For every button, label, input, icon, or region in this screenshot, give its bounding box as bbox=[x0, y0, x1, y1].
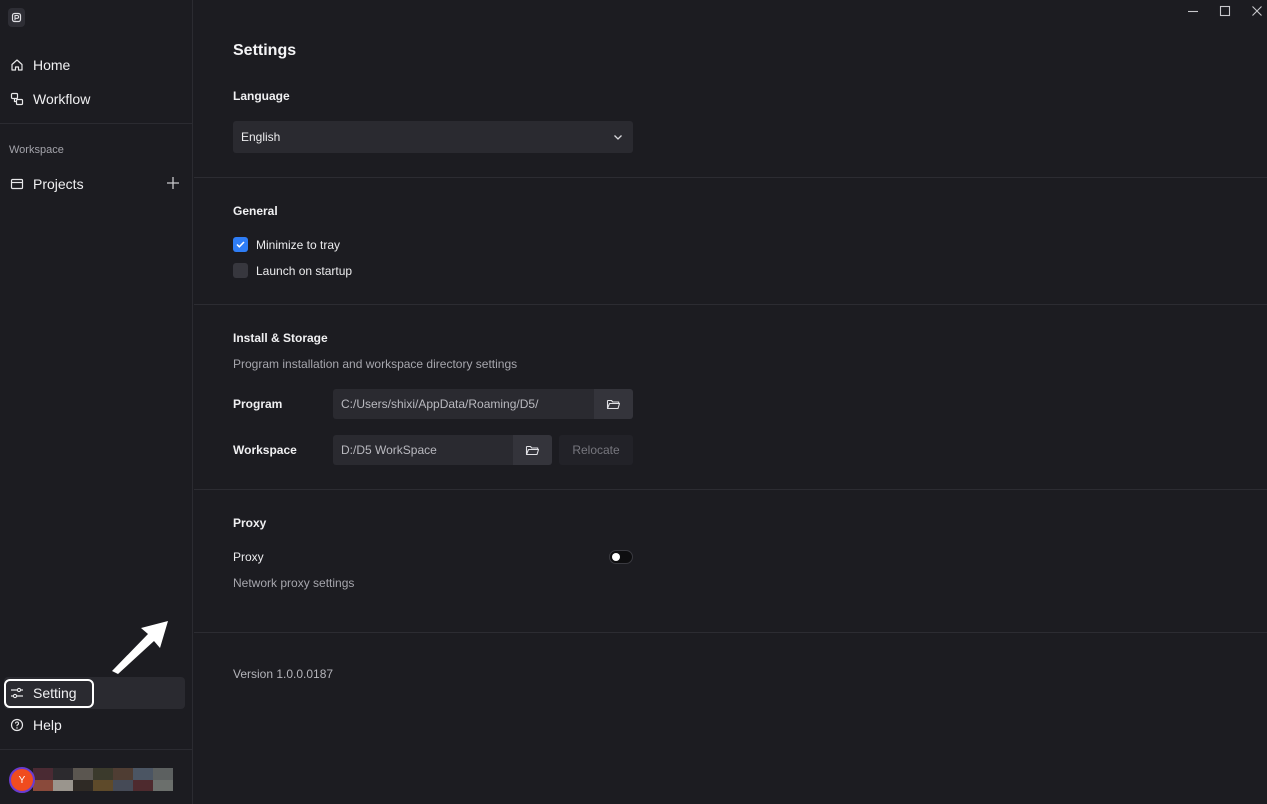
section-divider bbox=[194, 489, 1267, 490]
help-icon bbox=[10, 718, 24, 732]
proxy-description: Network proxy settings bbox=[233, 576, 355, 590]
launch-on-startup-label: Launch on startup bbox=[256, 263, 353, 278]
folder-open-icon bbox=[525, 445, 540, 455]
sidebar-item-projects[interactable]: Projects bbox=[4, 168, 185, 200]
proxy-toggle[interactable] bbox=[609, 550, 633, 564]
version-text: Version 1.0.0.0187 bbox=[233, 667, 334, 681]
minimize-to-tray-checkbox[interactable] bbox=[233, 237, 248, 252]
checkmark-icon bbox=[236, 241, 245, 248]
proxy-label: Proxy bbox=[233, 550, 264, 564]
sidebar-item-label: Help bbox=[33, 717, 62, 733]
pointer-arrow-annotation bbox=[112, 621, 168, 674]
sidebar-item-workflow[interactable]: Workflow bbox=[4, 83, 185, 115]
section-divider bbox=[194, 632, 1267, 633]
folder-icon bbox=[10, 178, 24, 190]
relocate-button[interactable]: Relocate bbox=[559, 435, 633, 465]
sidebar-item-setting[interactable]: Setting bbox=[4, 677, 185, 709]
sidebar-divider bbox=[0, 749, 193, 750]
settings-panel: Settings Language English General Minimi… bbox=[194, 0, 1267, 804]
sidebar: Home Workflow Workspace Projects Setting… bbox=[0, 0, 193, 804]
workspace-browse-button[interactable] bbox=[513, 435, 552, 465]
app-window: Home Workflow Workspace Projects Setting… bbox=[0, 0, 1267, 804]
avatar[interactable]: Y bbox=[9, 767, 35, 793]
launch-on-startup-checkbox[interactable] bbox=[233, 263, 248, 278]
sliders-icon bbox=[11, 687, 23, 699]
folder-open-icon bbox=[606, 399, 621, 409]
sidebar-item-help[interactable]: Help bbox=[4, 709, 185, 741]
toggle-knob bbox=[612, 553, 620, 561]
home-icon bbox=[11, 59, 23, 71]
language-select[interactable]: English bbox=[233, 121, 633, 153]
program-path-field[interactable]: C:/Users/shixi/AppData/Roaming/D5/ bbox=[333, 389, 594, 419]
workspace-path-value: D:/D5 WorkSpace bbox=[341, 443, 437, 457]
minimize-to-tray-option[interactable]: Minimize to tray bbox=[233, 237, 340, 252]
chevron-down-icon bbox=[614, 135, 622, 140]
section-divider bbox=[194, 304, 1267, 305]
minimize-to-tray-label: Minimize to tray bbox=[256, 237, 341, 252]
app-logo-icon bbox=[8, 8, 25, 27]
program-label: Program bbox=[233, 397, 283, 411]
program-browse-button[interactable] bbox=[594, 389, 633, 419]
sidebar-item-label: Projects bbox=[33, 176, 84, 192]
add-project-icon[interactable] bbox=[166, 176, 180, 190]
sidebar-item-label: Workflow bbox=[33, 91, 91, 107]
workspace-path-field[interactable]: D:/D5 WorkSpace bbox=[333, 435, 513, 465]
sidebar-item-home[interactable]: Home bbox=[4, 49, 185, 81]
workspace-section-label: Workspace bbox=[9, 144, 64, 156]
program-path-value: C:/Users/shixi/AppData/Roaming/D5/ bbox=[341, 397, 539, 411]
user-name-redacted bbox=[33, 768, 173, 791]
language-selected-value: English bbox=[241, 130, 281, 144]
page-title: Settings bbox=[233, 42, 297, 59]
workflow-icon bbox=[10, 92, 24, 106]
workspace-label: Workspace bbox=[233, 443, 297, 457]
storage-description: Program installation and workspace direc… bbox=[233, 357, 518, 371]
language-section-title: Language bbox=[233, 89, 290, 103]
general-section-title: General bbox=[233, 204, 278, 218]
sidebar-item-label: Setting bbox=[33, 685, 77, 701]
storage-section-title: Install & Storage bbox=[233, 331, 328, 345]
section-divider bbox=[194, 177, 1267, 178]
sidebar-item-label: Home bbox=[33, 57, 71, 73]
proxy-section-title: Proxy bbox=[233, 516, 267, 530]
sidebar-divider bbox=[0, 123, 193, 124]
launch-on-startup-option[interactable]: Launch on startup bbox=[233, 263, 352, 278]
